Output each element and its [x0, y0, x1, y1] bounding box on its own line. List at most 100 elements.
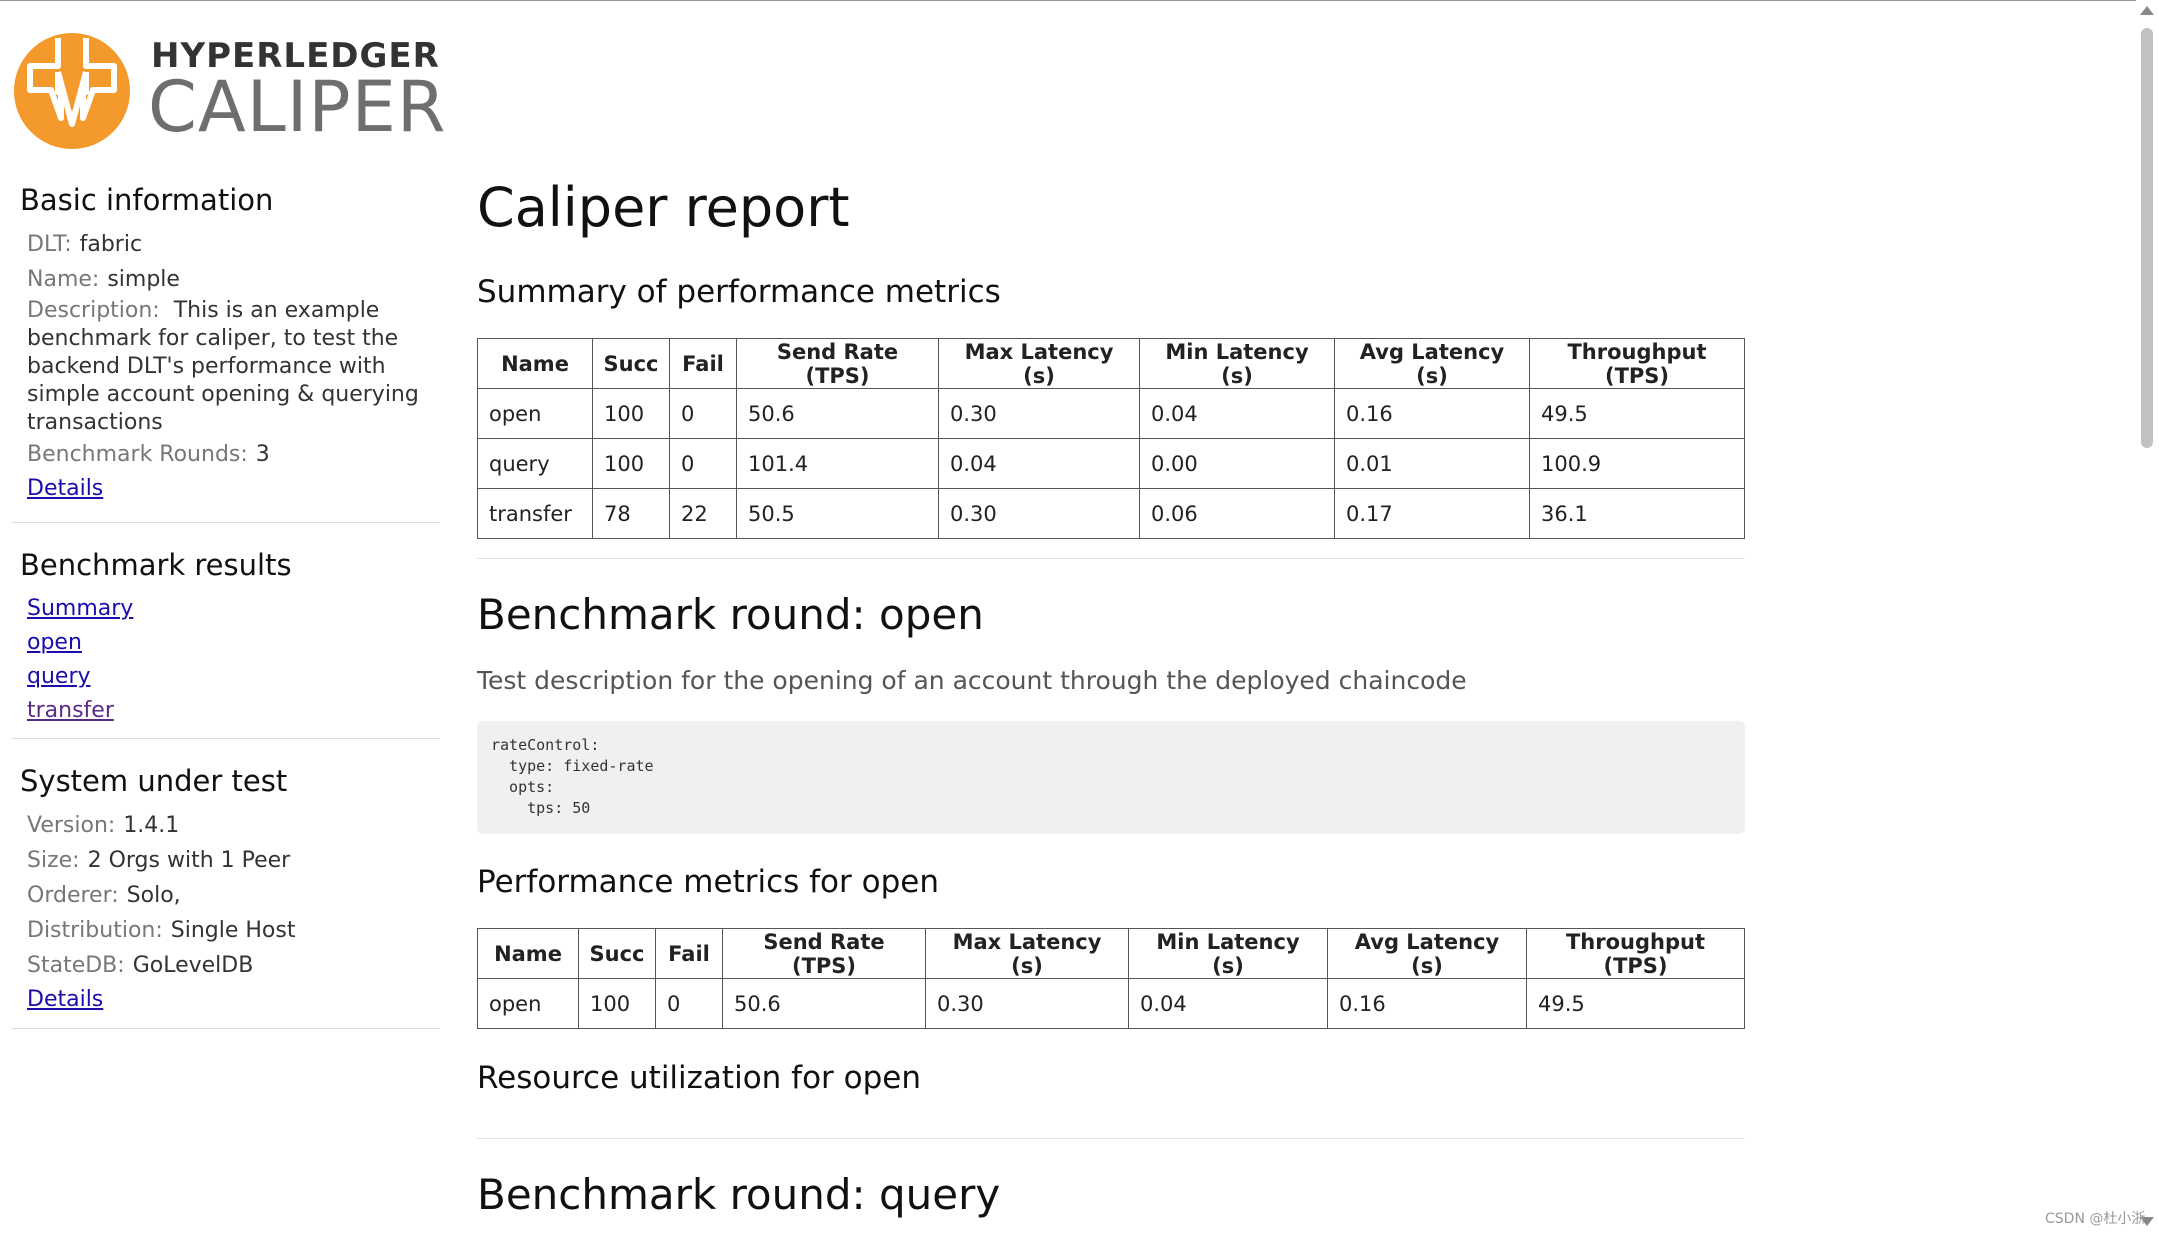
version-label: Version:	[27, 813, 116, 838]
cell: 0.30	[925, 978, 1129, 1029]
system-under-test-section: System under test Version: 1.4.1 Size: 2 O…	[12, 764, 440, 1029]
config-line: rateControl:	[491, 736, 600, 754]
statedb-label: StateDB:	[27, 953, 125, 978]
cell: 0	[669, 388, 737, 439]
cell: 49.5	[1526, 978, 1745, 1029]
table-row: open 100 0 50.6 0.30 0.04 0.16 49.5	[477, 388, 1745, 439]
cell: 50.6	[736, 388, 939, 439]
basic-info-section: Basic information DLT: fabric Name: simple…	[12, 183, 440, 523]
cell: 0.17	[1334, 488, 1530, 539]
cell: 49.5	[1529, 388, 1745, 439]
col-max-latency: Max Latency (s)	[925, 928, 1129, 979]
cell: 0.04	[938, 438, 1140, 489]
page-title: Caliper report	[477, 176, 850, 239]
watermark: CSDN @杜小浙	[2045, 1211, 2146, 1227]
round-open-resource-heading: Resource utilization for open	[477, 1060, 922, 1096]
round-query-heading: Benchmark round: query	[477, 1170, 1001, 1219]
dlt-value: fabric	[79, 232, 143, 257]
cell: 0.01	[1334, 438, 1530, 489]
col-avg-latency: Avg Latency (s)	[1334, 338, 1530, 389]
round-open-heading: Benchmark round: open	[477, 590, 984, 639]
round-open-description: Test description for the opening of an a…	[477, 666, 1467, 695]
cell: 36.1	[1529, 488, 1745, 539]
sidebar: HYPERLEDGER CALIPER Basic information DL…	[0, 0, 445, 1235]
col-fail: Fail	[655, 928, 723, 979]
statedb-row: StateDB: GoLevelDB	[27, 948, 440, 983]
cell: 0	[669, 438, 737, 489]
rounds-label: Benchmark Rounds:	[27, 442, 248, 467]
results-link-summary[interactable]: Summary	[27, 592, 440, 626]
name-label: Name:	[27, 267, 100, 292]
version-value: 1.4.1	[123, 813, 180, 838]
col-throughput: Throughput (TPS)	[1526, 928, 1745, 979]
summary-table: Name Succ Fail Send Rate (TPS) Max Laten…	[477, 338, 1745, 539]
cell: 0.00	[1139, 438, 1335, 489]
cell: 100	[578, 978, 656, 1029]
benchmark-results-section: Benchmark results Summary open query tra…	[12, 548, 440, 739]
col-min-latency: Min Latency (s)	[1139, 338, 1335, 389]
cell: 100	[592, 438, 670, 489]
size-row: Size: 2 Orgs with 1 Peer	[27, 843, 440, 878]
col-succ: Succ	[592, 338, 670, 389]
hyperledger-caliper-logo: HYPERLEDGER CALIPER	[13, 30, 445, 155]
scrollbar-thumb[interactable]	[2141, 28, 2153, 448]
cell: 0.04	[1128, 978, 1328, 1029]
cell: 50.6	[722, 978, 926, 1029]
table-row: open 100 0 50.6 0.30 0.04 0.16 49.5	[477, 978, 1745, 1029]
cell: 0.16	[1334, 388, 1530, 439]
benchmark-results-title: Benchmark results	[20, 548, 292, 582]
perf-header-row: Name Succ Fail Send Rate (TPS) Max Laten…	[477, 928, 1745, 979]
version-row: Version: 1.4.1	[27, 808, 440, 843]
size-value: 2 Orgs with 1 Peer	[87, 848, 291, 873]
cell: 50.5	[736, 488, 939, 539]
distribution-label: Distribution:	[27, 918, 163, 943]
distribution-value: Single Host	[170, 918, 296, 943]
results-link-query[interactable]: query	[27, 660, 440, 694]
summary-heading: Summary of performance metrics	[477, 274, 1001, 310]
cell: 101.4	[736, 438, 939, 489]
divider	[477, 558, 1745, 559]
cell: 22	[669, 488, 737, 539]
col-name: Name	[477, 338, 593, 389]
results-link-open[interactable]: open	[27, 626, 440, 660]
round-open-config: rateControl: type: fixed-rate opts: tps:…	[477, 721, 1745, 834]
scroll-up-arrow-icon[interactable]	[2140, 6, 2154, 15]
rounds-row: Benchmark Rounds: 3	[27, 437, 440, 472]
cell: transfer	[477, 488, 593, 539]
col-throughput: Throughput (TPS)	[1529, 338, 1745, 389]
dlt-row: DLT: fabric	[27, 227, 440, 262]
cell: 0.16	[1327, 978, 1527, 1029]
cell: 100	[592, 388, 670, 439]
cell: 0	[655, 978, 723, 1029]
name-row: Name: simple	[27, 262, 440, 297]
col-name: Name	[477, 928, 579, 979]
orderer-row: Orderer: Solo,	[27, 878, 440, 913]
logo-text-caliper: CALIPER	[148, 66, 447, 148]
size-label: Size:	[27, 848, 80, 873]
name-value: simple	[107, 267, 180, 292]
col-send-rate: Send Rate (TPS)	[736, 338, 939, 389]
results-link-transfer[interactable]: transfer	[27, 694, 440, 728]
description-label: Description:	[27, 298, 160, 323]
divider	[477, 1138, 1745, 1139]
col-succ: Succ	[578, 928, 656, 979]
config-line: type: fixed-rate	[491, 757, 654, 775]
round-open-perf-table: Name Succ Fail Send Rate (TPS) Max Laten…	[477, 928, 1745, 1029]
table-row: transfer 78 22 50.5 0.30 0.06 0.17 36.1	[477, 488, 1745, 539]
distribution-row: Distribution: Single Host	[27, 913, 440, 948]
cell: open	[477, 978, 579, 1029]
basic-details-link[interactable]: Details	[27, 472, 440, 506]
cell: 0.30	[938, 488, 1140, 539]
rounds-value: 3	[255, 442, 270, 467]
round-open-perf-heading: Performance metrics for open	[477, 864, 939, 900]
description-row: Description: This is an example benchmar…	[27, 297, 432, 437]
dlt-label: DLT:	[27, 232, 72, 257]
basic-info-title: Basic information	[20, 183, 274, 217]
cell: 0.06	[1139, 488, 1335, 539]
sut-details-link[interactable]: Details	[27, 983, 440, 1017]
summary-header-row: Name Succ Fail Send Rate (TPS) Max Laten…	[477, 338, 1745, 389]
cell: 0.04	[1139, 388, 1335, 439]
orderer-value: Solo,	[126, 883, 181, 908]
table-row: query 100 0 101.4 0.04 0.00 0.01 100.9	[477, 438, 1745, 489]
cell: 100.9	[1529, 438, 1745, 489]
